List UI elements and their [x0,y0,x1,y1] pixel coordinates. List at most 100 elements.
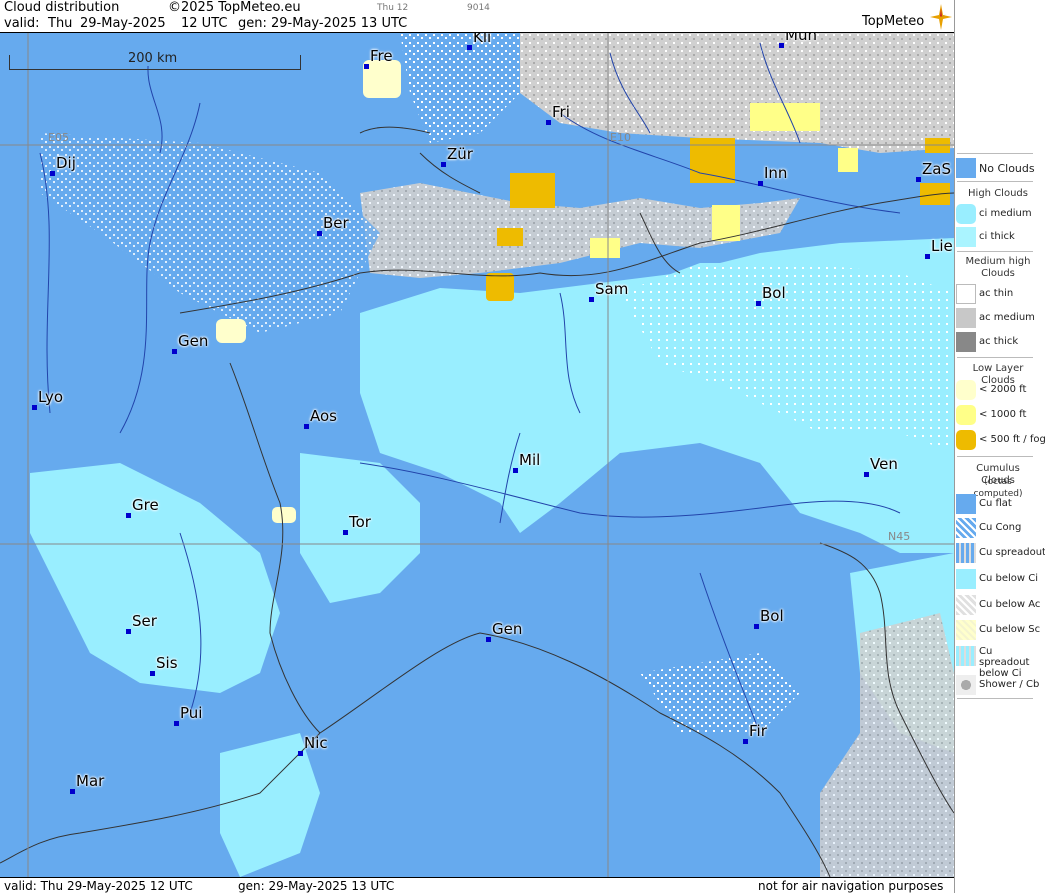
fog-alps [486,273,514,301]
legend-medium-title: Medium high Clouds [965,256,1031,279]
header: Cloud distribution ©2025 TopMeteo.eu Thu… [0,0,954,33]
city-marker [317,231,322,236]
valid-day: Thu [48,16,73,31]
swatch-low-2000 [956,380,976,400]
legend-divider [957,181,1033,182]
city-marker [779,43,784,48]
legend-ci-thick: ci thick [955,227,1045,249]
city-marker [589,297,594,302]
legend-cu-below-ac: Cu below Ac [955,595,1045,617]
copyright: ©2025 TopMeteo.eu [168,0,301,15]
swatch-cu-below-sc [956,620,976,640]
swatch-low-500 [956,430,976,450]
swatch-no-clouds [956,158,976,178]
legend-shower: Shower / Cb [955,675,1045,697]
city-marker [743,739,748,744]
ci-medium-south [220,733,320,877]
fog-alps-2 [497,228,523,246]
city-marker [174,721,179,726]
city-marker [916,177,921,182]
city-marker [150,671,155,676]
grid-label-n45: N45 [888,530,911,543]
low-1000-east [838,148,858,172]
legend-low-1000: < 1000 ft [955,405,1045,427]
footer-gen: gen: 29-May-2025 13 UTC [238,879,395,893]
cloud-map[interactable]: 200 km E05 E10 N45 Kli Mun Fre Fri Dij Z… [0,33,954,877]
city-marker [546,120,551,125]
swatch-ci-thick [956,227,976,247]
swatch-ci-medium [956,204,976,224]
gen-time: gen: 29-May-2025 13 UTC [238,16,408,31]
scale-label: 200 km [125,51,181,66]
swatch-shower [956,675,976,695]
legend-cu-below-sc: Cu below Sc [955,620,1045,642]
map-title: Cloud distribution [4,0,120,15]
legend-divider [957,153,1033,154]
city-marker [486,637,491,642]
city-marker [864,472,869,477]
cu-below-ac-jura [40,133,380,333]
swatch-cu-spread [956,543,976,563]
swatch-cu-flat [956,494,976,514]
city-marker [126,629,131,634]
valid-prefix: valid: [4,16,40,31]
grid-label-e10: E10 [610,131,631,144]
swatch-cu-spread-ci [956,646,976,666]
city-marker [758,181,763,186]
cu-below-ac-north [400,33,520,143]
topmeteo-logo[interactable]: TopMeteo [862,14,924,29]
legend-cu-below-ci: Cu below Ci [955,569,1045,591]
legend-high-title: High Clouds [968,188,1028,199]
swatch-cu-below-ci [956,569,976,589]
legend-divider [957,251,1033,252]
legend-panel: No Clouds High Clouds ci medium ci thick… [954,0,1045,893]
swatch-ac-thin [956,284,976,304]
city-marker [441,162,446,167]
legend-cu-spread: Cu spreadout [955,543,1045,565]
fog-zur [510,173,555,208]
city-marker [754,624,759,629]
footer-disclaimer: not for air navigation purposes [758,879,944,893]
footer: valid: Thu 29-May-2025 12 UTC gen: 29-Ma… [0,877,954,894]
legend-cu-spread-ci: Cu spreadout below Ci [955,646,1045,679]
legend-divider [957,456,1033,457]
footer-valid: valid: Thu 29-May-2025 12 UTC [4,879,193,893]
city-marker [343,530,348,535]
city-marker [70,789,75,794]
city-marker [298,751,303,756]
ac-medium-north [520,33,954,153]
valid-time: 12 UTC [181,16,228,31]
scale-bar: 200 km [9,51,301,70]
tiny-code: 9014 [467,3,490,13]
tiny-day: Thu 12 [377,3,409,13]
low-1000-alps [590,238,620,258]
legend-ci-medium: ci medium [955,204,1045,226]
city-marker [925,254,930,259]
city-marker [304,424,309,429]
swatch-ac-medium [956,308,976,328]
city-marker [172,349,177,354]
city-marker [467,45,472,50]
legend-ac-thick: ac thick [955,332,1045,354]
swatch-low-1000 [956,405,976,425]
legend-divider [957,698,1033,699]
low-2000-tor [272,507,296,523]
city-marker [126,513,131,518]
legend-divider [957,357,1033,358]
city-marker [756,301,761,306]
city-marker [32,405,37,410]
swatch-cu-cong [956,518,976,538]
legend-low-2000: < 2000 ft [955,380,1045,402]
legend-low-500: < 500 ft / fog [955,430,1045,452]
legend-cu-cong: Cu Cong [955,518,1045,540]
legend-no-clouds: No Clouds [955,158,1045,180]
city-marker [364,64,369,69]
low-2000-gen [216,319,246,343]
valid-date: 29-May-2025 [80,16,166,31]
cu-below-ac-adriatic [820,613,954,877]
compass-star-icon [930,4,952,30]
legend-cu-flat: Cu flat [955,494,1045,516]
legend-ac-medium: ac medium [955,308,1045,330]
swatch-cu-below-ac [956,595,976,615]
city-marker [50,171,55,176]
